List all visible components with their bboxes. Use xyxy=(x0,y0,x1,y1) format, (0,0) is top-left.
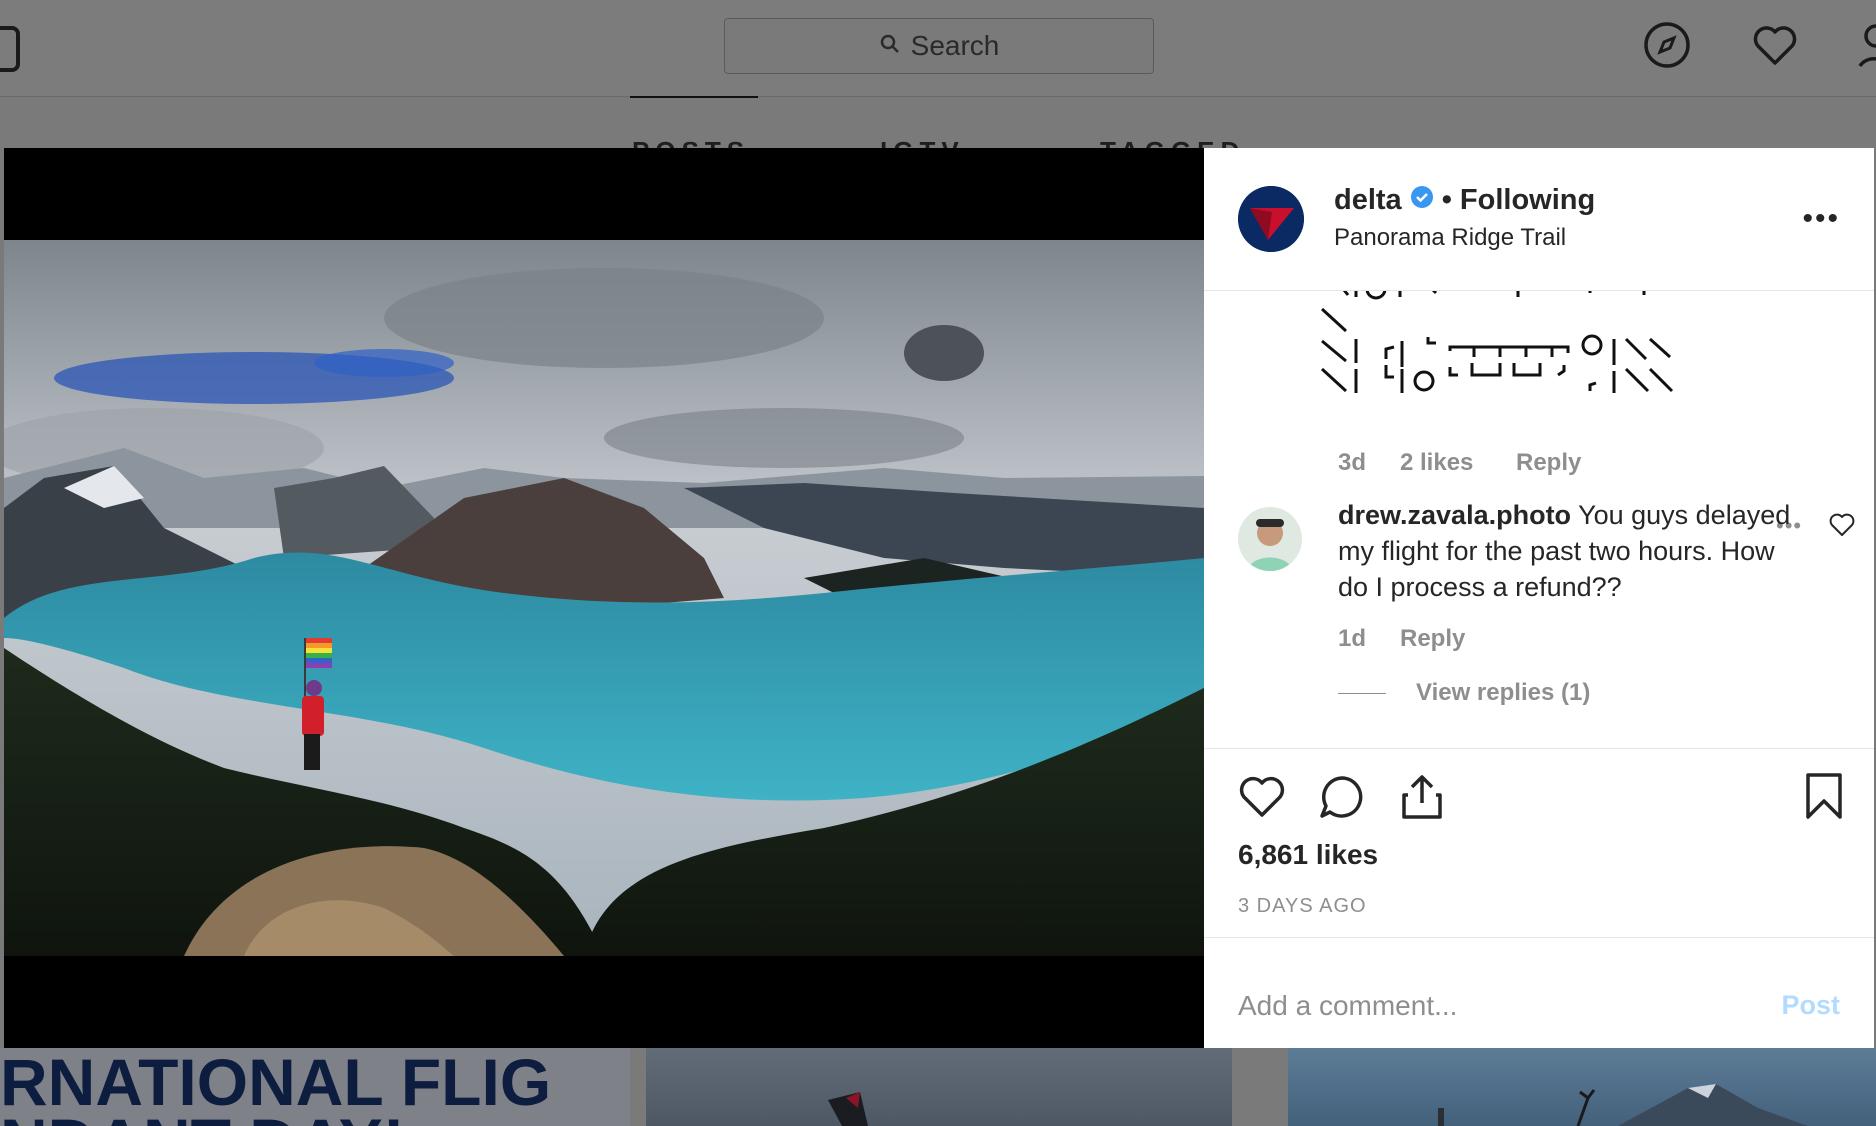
grid-thumbnail-2[interactable] xyxy=(646,1048,1232,1126)
post-date: 3 DAYS AGO xyxy=(1238,895,1367,917)
comment-bubble-icon[interactable] xyxy=(1318,773,1366,826)
comment-reply-button[interactable]: Reply xyxy=(1516,449,1581,477)
grid-thumbnail-3[interactable] xyxy=(1288,1048,1876,1126)
like-heart-icon[interactable] xyxy=(1238,773,1286,826)
comment-like-heart-icon[interactable] xyxy=(1828,511,1856,544)
add-comment-input[interactable]: Add a comment... xyxy=(1238,990,1457,1022)
activity-heart-icon[interactable] xyxy=(1750,20,1800,75)
search-input[interactable]: Search xyxy=(724,18,1154,74)
comment-time: 3d xyxy=(1338,449,1367,476)
top-navigation-bar: Search xyxy=(0,0,1876,97)
profile-user-icon[interactable] xyxy=(1858,20,1876,75)
post-comment-button[interactable]: Post xyxy=(1781,990,1840,1021)
search-placeholder: Search xyxy=(910,30,1000,61)
landscape-photo xyxy=(4,240,1204,956)
more-options-icon[interactable]: ••• xyxy=(1802,202,1840,236)
comment-likes[interactable]: 2 likes xyxy=(1400,449,1473,477)
following-status[interactable]: • Following xyxy=(1442,184,1596,217)
post-actions: 6,861 likes 3 DAYS AGO xyxy=(1204,748,1874,938)
save-bookmark-icon[interactable] xyxy=(1804,771,1844,826)
commenter-avatar[interactable] xyxy=(1238,507,1302,571)
view-replies-button[interactable]: View replies (1) xyxy=(1416,679,1590,707)
instagram-logo-icon[interactable] xyxy=(0,26,20,72)
username-link[interactable]: delta xyxy=(1334,184,1402,217)
post-photo xyxy=(4,148,1204,1048)
explore-compass-icon[interactable] xyxy=(1642,20,1692,75)
active-tab-indicator xyxy=(630,96,758,98)
post-author: delta • Following xyxy=(1334,184,1595,217)
share-icon[interactable] xyxy=(1398,771,1446,826)
post-modal: delta • Following Panorama Ridge Trail •… xyxy=(4,148,1874,1048)
comment-username[interactable]: drew.zavala.photo xyxy=(1338,500,1571,530)
replies-divider xyxy=(1338,693,1386,694)
delta-avatar[interactable] xyxy=(1238,186,1304,252)
search-icon xyxy=(879,30,901,62)
post-details-panel: delta • Following Panorama Ridge Trail •… xyxy=(1204,148,1874,1048)
comment-time: 1d xyxy=(1338,625,1367,652)
location-link[interactable]: Panorama Ridge Trail xyxy=(1334,224,1566,252)
ascii-art-comment xyxy=(1320,291,1674,393)
comment-body: drew.zavala.photo You guys delayed my fl… xyxy=(1338,497,1798,605)
grid-thumbnail-1[interactable]: RNATIONAL FLIG NDANT DAY! xyxy=(0,1048,630,1126)
post-header: delta • Following Panorama Ridge Trail •… xyxy=(1204,148,1874,291)
grid-banner-text: RNATIONAL FLIG xyxy=(0,1048,552,1119)
comment-reply-button[interactable]: Reply xyxy=(1400,625,1465,653)
verified-badge-icon xyxy=(1410,184,1434,217)
comments-list[interactable]: 3d 2 likes Reply ••• drew.zavala.photo Y… xyxy=(1204,291,1874,749)
likes-count[interactable]: 6,861 likes xyxy=(1238,839,1378,871)
